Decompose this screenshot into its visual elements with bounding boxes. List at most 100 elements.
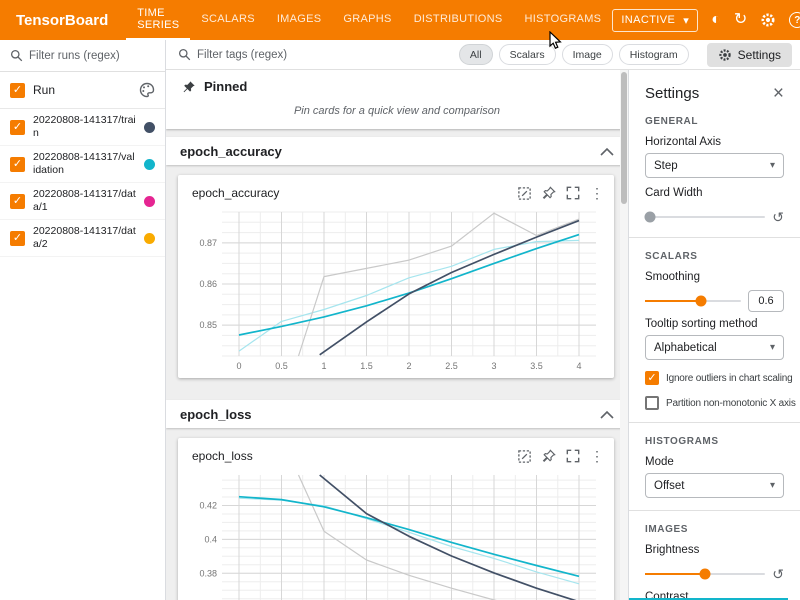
run-checkbox[interactable]: ✓ xyxy=(10,231,25,246)
run-name: 20220808-141317/data/2 xyxy=(33,225,136,251)
horizontal-axis-dropdown[interactable]: Step ▾ xyxy=(645,153,784,178)
header-controls: INACTIVE ▾ ◐ ↻ ? xyxy=(612,0,800,40)
svg-text:3.5: 3.5 xyxy=(530,361,543,371)
brightness-label: Brightness xyxy=(645,544,784,556)
runs-column-header: Run xyxy=(33,83,131,97)
divider xyxy=(629,237,800,238)
reset-icon[interactable]: ↺ xyxy=(772,210,784,224)
reload-status-dropdown[interactable]: INACTIVE ▾ xyxy=(612,9,698,32)
run-checkbox[interactable]: ✓ xyxy=(10,194,25,209)
reset-icon[interactable]: ↺ xyxy=(772,567,784,581)
filter-tags-input[interactable] xyxy=(197,49,347,61)
divider xyxy=(629,422,800,423)
run-checkbox[interactable]: ✓ xyxy=(10,157,25,172)
scrollbar[interactable] xyxy=(620,70,628,600)
select-all-runs-checkbox[interactable]: ✓ xyxy=(10,83,25,98)
partition-x-axis-label: Partition non-monotonic X axis xyxy=(666,398,796,409)
tab-time-series[interactable]: TIME SERIES xyxy=(126,0,190,40)
more-options-icon[interactable]: ⋮ xyxy=(590,448,604,465)
filter-runs-input[interactable] xyxy=(29,50,144,62)
pinned-section: Pinned Pin cards for a quick view and co… xyxy=(166,70,628,129)
fullscreen-icon[interactable] xyxy=(566,186,580,200)
fullscreen-icon[interactable] xyxy=(566,449,580,463)
search-icon xyxy=(10,49,23,62)
smoothing-slider[interactable] xyxy=(645,300,741,302)
runs-sidebar: ✓ Run ✓ 20220808-141317/train ✓ 20220808… xyxy=(0,40,166,600)
images-section-label: IMAGES xyxy=(645,524,784,535)
fit-to-data-icon[interactable] xyxy=(517,186,532,201)
smoothing-value-input[interactable]: 0.6 xyxy=(748,290,784,312)
settings-button[interactable]: Settings xyxy=(707,43,792,67)
section-body: epoch_accuracy ⋮ 00.511.522.533.540.850.… xyxy=(166,165,628,392)
runs-list-header: ✓ Run xyxy=(0,72,165,109)
section-header-epoch-loss[interactable]: epoch_loss xyxy=(166,400,628,428)
palette-icon[interactable] xyxy=(139,82,155,98)
app-title: TensorBoard xyxy=(0,0,126,40)
chevron-down-icon: ▾ xyxy=(770,480,775,491)
epoch-loss-chart[interactable]: 00.511.522.533.540.360.380.40.42 xyxy=(188,469,604,600)
settings-button-label: Settings xyxy=(738,48,781,62)
run-row-validation[interactable]: ✓ 20220808-141317/validation xyxy=(0,146,165,183)
tab-graphs[interactable]: GRAPHS xyxy=(332,0,402,40)
help-icon[interactable]: ? xyxy=(789,12,800,28)
pinned-hint: Pin cards for a quick view and compariso… xyxy=(182,105,612,117)
refresh-icon[interactable]: ↻ xyxy=(734,12,747,28)
tab-images[interactable]: IMAGES xyxy=(266,0,333,40)
chevron-up-icon[interactable] xyxy=(600,147,614,156)
chip-histogram[interactable]: Histogram xyxy=(619,44,689,65)
fit-to-data-icon[interactable] xyxy=(517,449,532,464)
brightness-slider[interactable] xyxy=(645,573,765,575)
svg-text:1.5: 1.5 xyxy=(360,361,373,371)
run-row-train[interactable]: ✓ 20220808-141317/train xyxy=(0,109,165,146)
chart-card-epoch-loss: epoch_loss ⋮ 00.511.522.533.540.360.380.… xyxy=(178,438,614,600)
chip-all[interactable]: All xyxy=(459,44,493,65)
run-checkbox[interactable]: ✓ xyxy=(10,120,25,135)
partition-x-axis-checkbox[interactable]: ✓ Partition non-monotonic X axis i xyxy=(645,396,784,410)
main-nav: TIME SERIES SCALARS IMAGES GRAPHS DISTRI… xyxy=(126,0,612,40)
cards-area: Pinned Pin cards for a quick view and co… xyxy=(166,70,628,600)
tab-scalars[interactable]: SCALARS xyxy=(190,0,265,40)
chevron-up-icon[interactable] xyxy=(600,410,614,419)
reload-status-label: INACTIVE xyxy=(621,14,675,26)
epoch-accuracy-chart[interactable]: 00.511.522.533.540.850.860.87 xyxy=(188,206,604,374)
pin-card-icon[interactable] xyxy=(542,449,556,463)
settings-panel: Settings × GENERAL Horizontal Axis Step … xyxy=(628,70,800,600)
settings-title: Settings xyxy=(645,85,773,102)
tab-histograms[interactable]: HISTOGRAMS xyxy=(514,0,613,40)
chip-image[interactable]: Image xyxy=(562,44,613,65)
scrollbar-thumb[interactable] xyxy=(621,72,627,204)
card-width-label: Card Width xyxy=(645,187,784,199)
app-header: TensorBoard TIME SERIES SCALARS IMAGES G… xyxy=(0,0,800,40)
chevron-down-icon: ▾ xyxy=(683,14,689,27)
card-width-slider[interactable] xyxy=(645,216,765,218)
run-row-data-1[interactable]: ✓ 20220808-141317/data/1 xyxy=(0,183,165,220)
tooltip-sorting-dropdown[interactable]: Alphabetical ▾ xyxy=(645,335,784,360)
theme-toggle-icon[interactable]: ◐ xyxy=(711,12,721,28)
chip-scalars[interactable]: Scalars xyxy=(499,44,556,65)
section-body: epoch_loss ⋮ 00.511.522.533.540.360.380.… xyxy=(166,428,628,600)
run-name: 20220808-141317/validation xyxy=(33,151,136,177)
svg-text:0.5: 0.5 xyxy=(275,361,288,371)
histogram-mode-dropdown[interactable]: Offset ▾ xyxy=(645,473,784,498)
ignore-outliers-checkbox[interactable]: ✓ Ignore outliers in chart scaling xyxy=(645,371,784,385)
histogram-mode-label: Mode xyxy=(645,456,784,468)
more-options-icon[interactable]: ⋮ xyxy=(590,185,604,202)
gear-icon[interactable] xyxy=(760,12,776,28)
chart-card-title: epoch_loss xyxy=(188,449,517,463)
close-icon[interactable]: × xyxy=(773,84,784,103)
horizontal-axis-label: Horizontal Axis xyxy=(645,136,784,148)
tab-distributions[interactable]: DISTRIBUTIONS xyxy=(403,0,514,40)
svg-text:0.87: 0.87 xyxy=(199,238,217,248)
ignore-outliers-label: Ignore outliers in chart scaling xyxy=(666,373,792,384)
chart-card-epoch-accuracy: epoch_accuracy ⋮ 00.511.522.533.540.850.… xyxy=(178,175,614,378)
tags-toolbar: All Scalars Image Histogram Settings xyxy=(166,40,800,70)
smoothing-label: Smoothing xyxy=(645,271,784,283)
section-header-epoch-accuracy[interactable]: epoch_accuracy xyxy=(166,137,628,165)
run-row-data-2[interactable]: ✓ 20220808-141317/data/2 xyxy=(0,220,165,257)
chevron-down-icon: ▾ xyxy=(770,160,775,171)
histogram-mode-value: Offset xyxy=(654,480,770,492)
run-name: 20220808-141317/train xyxy=(33,114,136,140)
tags-filter-bar xyxy=(178,48,453,61)
pin-card-icon[interactable] xyxy=(542,186,556,200)
svg-text:2: 2 xyxy=(406,361,411,371)
